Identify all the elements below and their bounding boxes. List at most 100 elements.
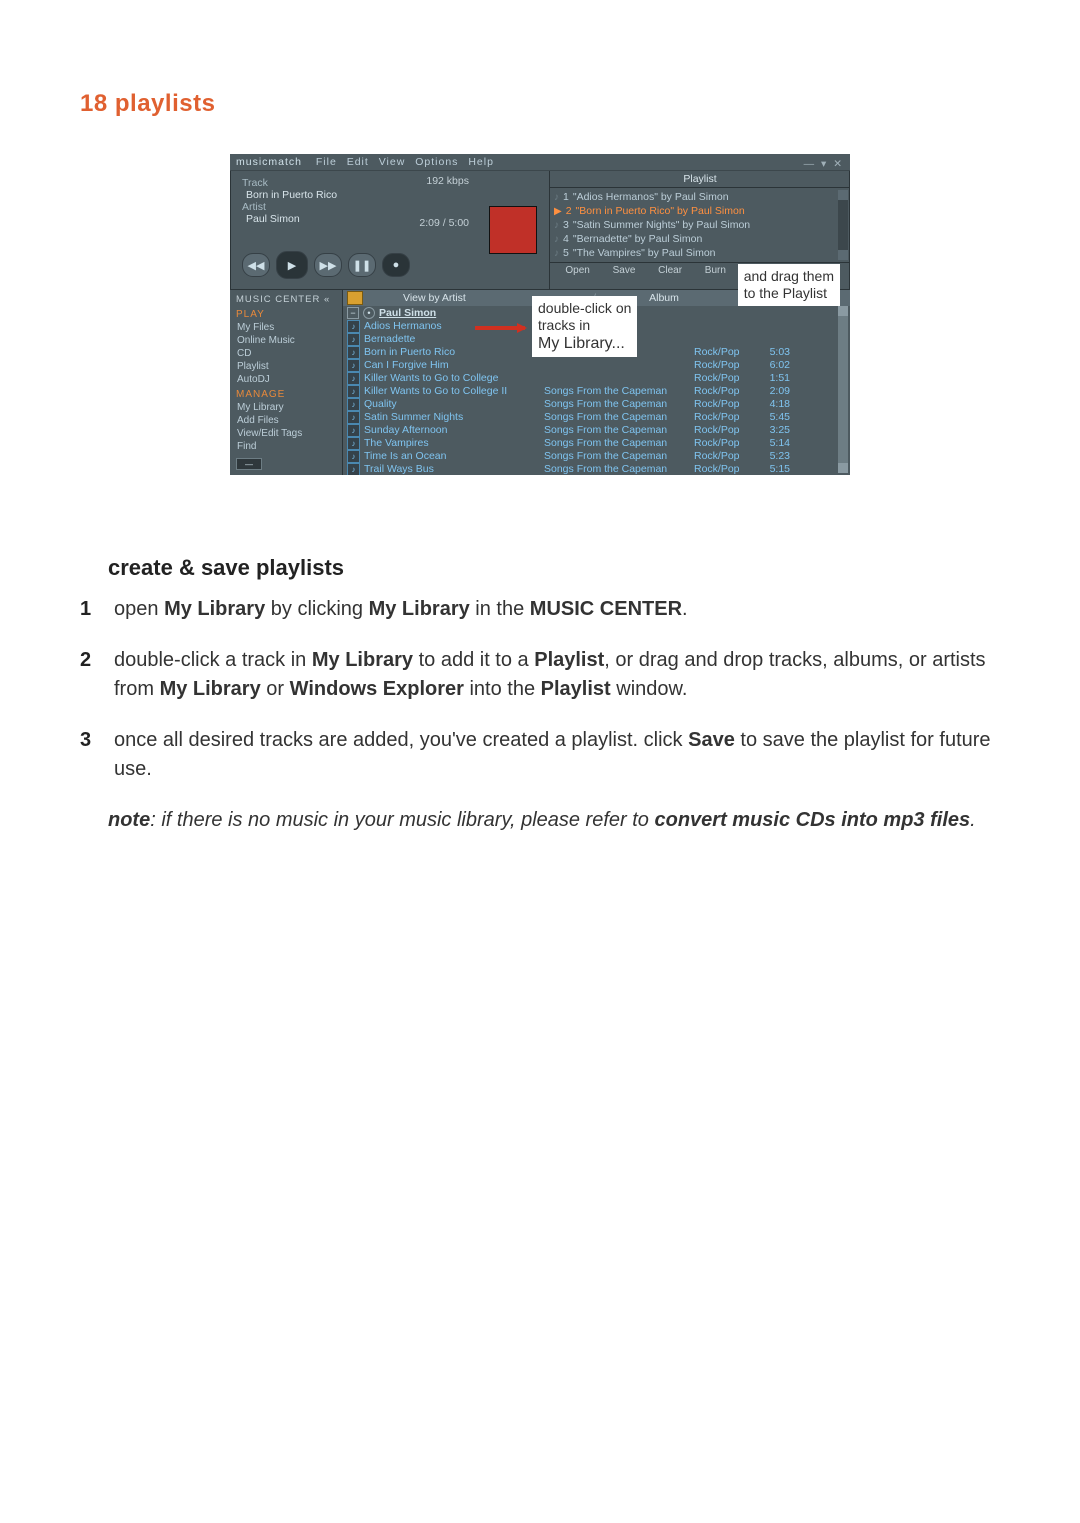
track-icon: ♪ (347, 372, 360, 385)
playlist-row[interactable]: ♪1"Adios Hermanos" by Paul Simon (554, 190, 846, 204)
play-button[interactable]: ▶ (276, 251, 308, 279)
instruction-steps: 1 open My Library by clicking My Library… (80, 595, 1000, 784)
track-icon: ♪ (347, 333, 360, 346)
track-icon: ♪ (347, 385, 360, 398)
track-icon: ♪ (347, 437, 360, 450)
track-name: Quality (364, 398, 544, 411)
track-name: Satin Summer Nights (364, 411, 544, 424)
playlist-row[interactable]: ▶2"Born in Puerto Rico" by Paul Simon (554, 204, 846, 218)
track-icon: ♪ (347, 411, 360, 424)
mc-cat-manage: MANAGE (236, 389, 336, 400)
artist-name[interactable]: Paul Simon (379, 307, 436, 319)
pause-button[interactable]: ❚❚ (348, 253, 376, 277)
playlist-save[interactable]: Save (613, 265, 636, 276)
record-button[interactable]: ● (382, 253, 410, 277)
track-row[interactable]: ♪Killer Wants to Go to CollegeRock/Pop1:… (347, 372, 846, 385)
bullet-icon: • (363, 307, 375, 319)
note-icon: ♪ (554, 234, 559, 245)
mc-cat-play: PLAY (236, 309, 336, 320)
playlist-row[interactable]: ♪3"Satin Summer Nights" by Paul Simon (554, 218, 846, 232)
track-icon: ♪ (347, 463, 360, 475)
track-genre: Rock/Pop (694, 424, 754, 437)
library-scrollbar[interactable] (838, 306, 848, 473)
track-album: Songs From the Capeman (544, 385, 694, 398)
track-genre: Rock/Pop (694, 385, 754, 398)
playlist-scrollbar[interactable] (838, 190, 848, 260)
menu-edit[interactable]: Edit (347, 156, 369, 168)
track-icon: ♪ (347, 398, 360, 411)
note-icon: ♪ (554, 220, 559, 231)
mc-collapse-button[interactable]: — (236, 458, 262, 470)
track-icon: ♪ (347, 424, 360, 437)
window-controls[interactable]: — ▾ ✕ (804, 158, 844, 170)
transport-controls: ◀◀ ▶ ▶▶ ❚❚ ● (242, 251, 467, 279)
album-art-area (477, 171, 549, 289)
track-genre: Rock/Pop (694, 411, 754, 424)
callout-drag: and drag them to the Playlist (738, 264, 840, 306)
track-row[interactable]: ♪ Killer Wants to Go to College IISongs F… (347, 385, 846, 398)
track-name: Killer Wants to Go to College (364, 372, 544, 385)
collapse-icon[interactable]: − (347, 307, 359, 319)
next-button[interactable]: ▶▶ (314, 253, 342, 277)
track-name: Killer Wants to Go to College II (364, 385, 544, 398)
track-row[interactable]: ♪ Sunday AfternoonSongs From the CapemanR… (347, 424, 846, 437)
playlist-row[interactable]: ♪4"Bernadette" by Paul Simon (554, 232, 846, 246)
time-label: 2:09 / 5:00 (419, 217, 469, 229)
mc-item[interactable]: My Files (237, 322, 336, 333)
step-3: 3 once all desired tracks are added, you… (80, 726, 1000, 784)
track-row[interactable]: ♪Time Is an OceanSongs From the CapemanR… (347, 450, 846, 463)
app-screenshot: — ▾ ✕ musicmatch File Edit View Options … (230, 154, 850, 475)
callout-doubleclick: double-click on tracks in My Library... (532, 296, 637, 357)
mc-item[interactable]: View/Edit Tags (237, 428, 336, 439)
track-album: Songs From the Capeman (544, 463, 694, 475)
menu-options[interactable]: Options (415, 156, 458, 168)
track-name: Trail Ways Bus (364, 463, 544, 475)
section-title: create & save playlists (108, 555, 1000, 581)
playlist-burn[interactable]: Burn (705, 265, 726, 276)
track-name: Sunday Afternoon (364, 424, 544, 437)
step-2: 2 double-click a track in My Library to … (80, 646, 1000, 704)
track-icon: ♪ (347, 320, 360, 333)
mc-item[interactable]: My Library (237, 402, 336, 413)
menu-file[interactable]: File (316, 156, 337, 168)
play-icon: ▶ (554, 206, 562, 217)
track-row[interactable]: ♪ Trail Ways BusSongs From the CapemanRoc… (347, 463, 846, 475)
note-icon: ♪ (554, 248, 559, 259)
note-icon: ♪ (554, 192, 559, 203)
playlist-clear[interactable]: Clear (658, 265, 682, 276)
track-genre: Rock/Pop (694, 450, 754, 463)
track-name: Time Is an Ocean (364, 450, 544, 463)
track-genre: Rock/Pop (694, 437, 754, 450)
track-row[interactable]: ♪QualitySongs From the CapemanRock/Pop4:… (347, 398, 846, 411)
mc-item[interactable]: Find (237, 441, 336, 452)
track-album: Songs From the Capeman (544, 398, 694, 411)
track-genre: Rock/Pop (694, 372, 754, 385)
album-art (489, 206, 537, 254)
mc-item[interactable]: AutoDJ (237, 374, 336, 385)
mc-item[interactable]: Add Files (237, 415, 336, 426)
track-album: Songs From the Capeman (544, 424, 694, 437)
track-genre: Rock/Pop (694, 398, 754, 411)
folder-icon[interactable] (347, 291, 363, 305)
track-name: Can I Forgive Him (364, 359, 544, 372)
track-name: Born in Puerto Rico (364, 346, 544, 359)
menubar[interactable]: musicmatch File Edit View Options Help (230, 154, 850, 171)
mc-item[interactable]: CD (237, 348, 336, 359)
track-genre: Rock/Pop (694, 463, 754, 475)
track-row[interactable]: ♪The VampiresSongs From the CapemanRock/… (347, 437, 846, 450)
playlist-open[interactable]: Open (565, 265, 589, 276)
track-icon: ♪ (347, 450, 360, 463)
music-center-head[interactable]: MUSIC CENTER « (236, 294, 336, 305)
prev-button[interactable]: ◀◀ (242, 253, 270, 277)
playlist-row[interactable]: ♪5"The Vampires" by Paul Simon (554, 246, 846, 260)
track-row[interactable]: ♪ Satin Summer NightsSongs From the Capem… (347, 411, 846, 424)
mc-item[interactable]: Playlist (237, 361, 336, 372)
page-title-text: playlists (115, 90, 216, 117)
step-1: 1 open My Library by clicking My Library… (80, 595, 1000, 624)
menu-view[interactable]: View (379, 156, 406, 168)
menu-help[interactable]: Help (468, 156, 494, 168)
track-album: Songs From the Capeman (544, 411, 694, 424)
track-row[interactable]: ♪Can I Forgive HimRock/Pop6:02 (347, 359, 846, 372)
track-icon: ♪ (347, 346, 360, 359)
mc-item[interactable]: Online Music (237, 335, 336, 346)
